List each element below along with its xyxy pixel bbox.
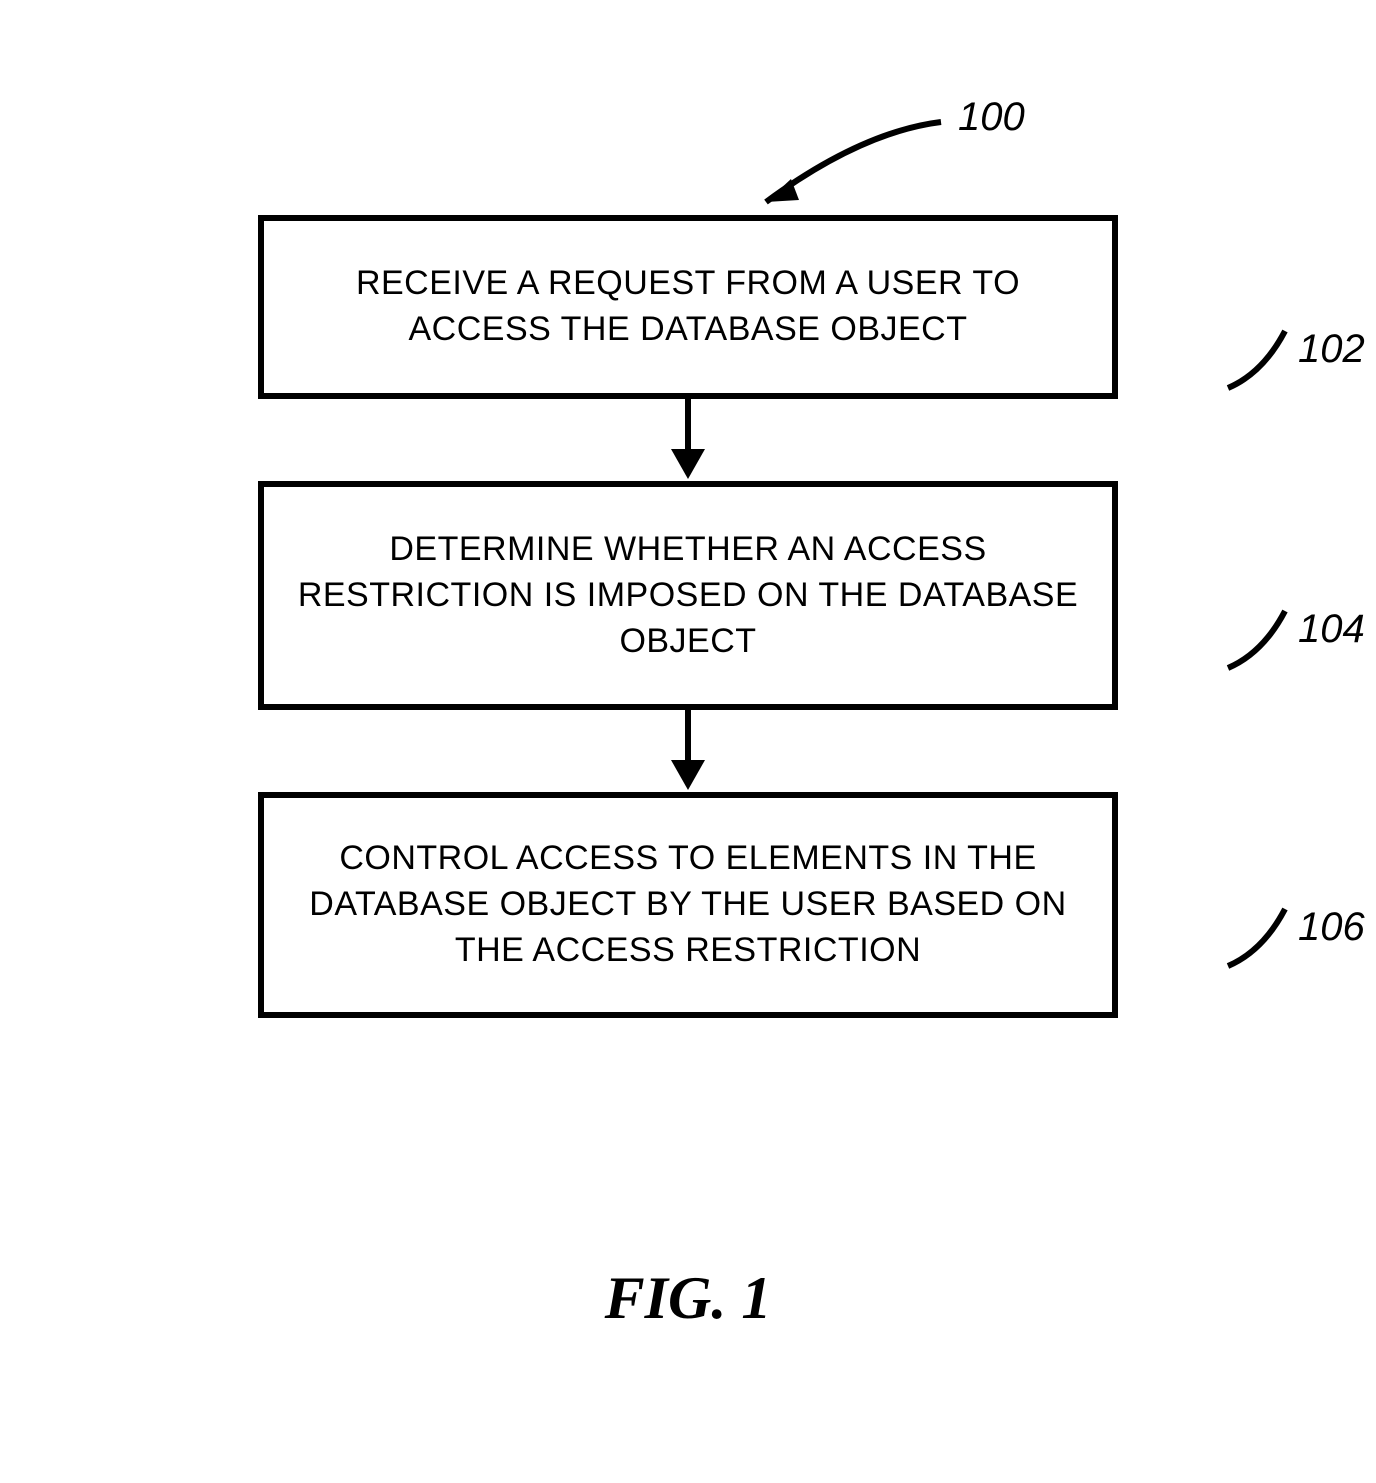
ref-label-102: 102 (1298, 327, 1365, 372)
ref-label-106: 106 (1298, 905, 1365, 950)
flowchart-container: 100 RECEIVE A REQUEST FROM A USER TO ACC… (188, 95, 1188, 1018)
flow-box-text: DETERMINE WHETHER AN ACCESS RESTRICTION … (298, 530, 1078, 660)
pointer-tick-102 (1223, 323, 1303, 393)
arrow-down-1 (258, 399, 1118, 481)
pointer-tick-106 (1223, 901, 1303, 971)
ref-label-104: 104 (1298, 607, 1365, 652)
ref-label-100: 100 (958, 95, 1025, 140)
flow-box-106: CONTROL ACCESS TO ELEMENTS IN THE DATABA… (258, 792, 1118, 1018)
flow-box-102: RECEIVE A REQUEST FROM A USER TO ACCESS … (258, 215, 1118, 399)
flow-box-text: RECEIVE A REQUEST FROM A USER TO ACCESS … (356, 264, 1020, 348)
arrow-down-2 (258, 710, 1118, 792)
pointer-tick-104 (1223, 603, 1303, 673)
flow-box-text: CONTROL ACCESS TO ELEMENTS IN THE DATABA… (309, 839, 1066, 969)
figure-caption: FIG. 1 (605, 1264, 772, 1333)
flow-box-104: DETERMINE WHETHER AN ACCESS RESTRICTION … (258, 481, 1118, 711)
